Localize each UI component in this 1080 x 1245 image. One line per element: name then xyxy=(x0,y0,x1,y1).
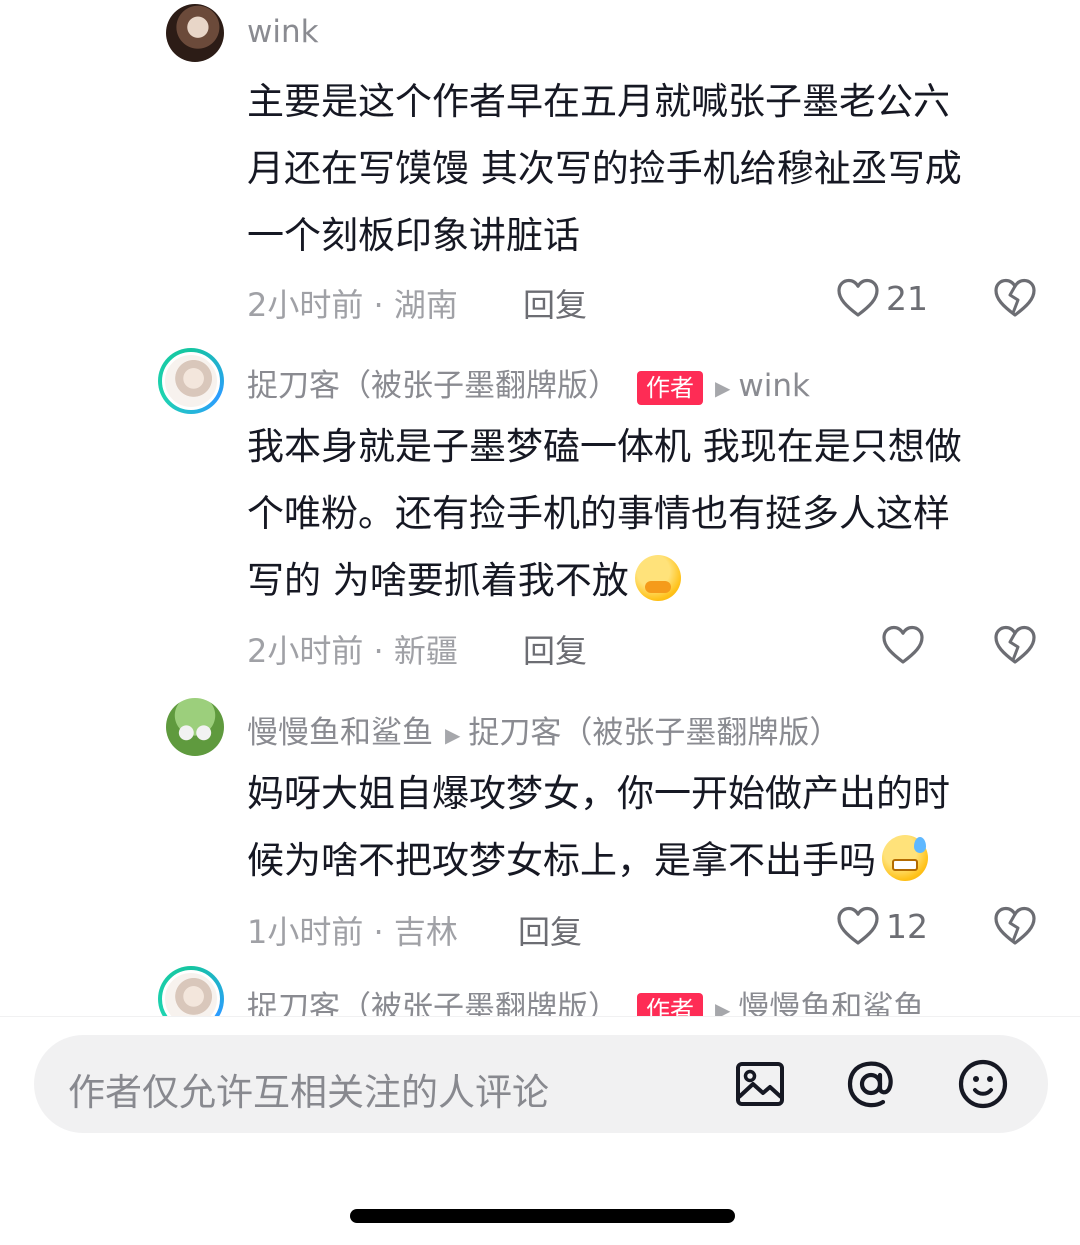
reply-to-username[interactable]: 捉刀客（被张子墨翻牌版） xyxy=(468,715,840,751)
comment-text-line: 写的 为啥要抓着我不放 xyxy=(247,559,629,602)
like-count: 12 xyxy=(886,906,928,946)
author-badge: 作者 xyxy=(637,992,703,1016)
comment-text-line: 主要是这个作者早在五月就喊张子墨老公六 xyxy=(247,80,950,123)
input-placeholder: 作者仅允许互相关注的人评论 xyxy=(68,1071,549,1114)
comment-text-line: 我本身就是子墨梦磕一体机 我现在是只想做 xyxy=(247,425,962,468)
like-button[interactable] xyxy=(881,624,925,666)
avatar[interactable] xyxy=(158,966,224,1016)
comment-text-line: 月还在写馍馒 其次写的捡手机给穆祉丞写成 xyxy=(247,147,962,190)
image-icon[interactable] xyxy=(733,1057,787,1111)
comment-text-line: 个唯粉。还有捡手机的事情也有挺多人这样 xyxy=(247,492,950,535)
reply-button[interactable]: 回复 xyxy=(518,907,582,953)
avatar[interactable] xyxy=(158,348,224,414)
comment-time-location: 1小时前 · 吉林 xyxy=(247,913,458,951)
comment-input-area: 作者仅允许互相关注的人评论 xyxy=(0,1016,1080,1245)
broken-heart-icon[interactable] xyxy=(993,905,1037,947)
comment-text-line: 候为啥不把攻梦女标上，是拿不出手吗 xyxy=(247,839,876,882)
comment-time-location: 2小时前 · 新疆 xyxy=(247,632,458,670)
broken-heart-icon[interactable] xyxy=(993,624,1037,666)
reply-to-username[interactable]: wink xyxy=(738,368,810,404)
like-button[interactable]: 21 xyxy=(836,277,928,319)
username-text[interactable]: 捉刀客（被张子墨翻牌版） xyxy=(247,990,619,1016)
comment-username[interactable]: 捉刀客（被张子墨翻牌版） 作者 ▶ wink xyxy=(247,360,810,405)
face-holding-back-tears-icon xyxy=(634,555,681,601)
comment-text-line: 一个刻板印象讲脏话 xyxy=(247,214,580,257)
reply-button[interactable]: 回复 xyxy=(523,626,587,672)
comment-time-location: 2小时前 · 湖南 xyxy=(247,286,458,324)
reply-button[interactable]: 回复 xyxy=(523,280,587,326)
like-count: 21 xyxy=(886,278,928,318)
reply-arrow-icon: ▶ xyxy=(715,997,731,1017)
comment-username[interactable]: 捉刀客（被张子墨翻牌版） 作者 ▶ 慢慢鱼和鲨鱼 xyxy=(247,982,924,1016)
reply-arrow-icon: ▶ xyxy=(715,375,731,400)
comment-text: 妈呀大姐自爆攻梦女，你一开始做产出的时 候为啥不把攻梦女标上，是拿不出手吗 xyxy=(247,760,1047,894)
reply-arrow-icon: ▶ xyxy=(445,722,461,747)
username-text[interactable]: wink xyxy=(247,14,319,50)
comment-text: 我本身就是子墨梦磕一体机 我现在是只想做 个唯粉。还有捡手机的事情也有挺多人这样… xyxy=(247,413,1047,614)
author-badge: 作者 xyxy=(637,370,703,405)
broken-heart-icon[interactable] xyxy=(993,277,1037,319)
like-button[interactable]: 12 xyxy=(836,905,928,947)
reply-to-username[interactable]: 慢慢鱼和鲨鱼 xyxy=(738,990,924,1016)
avatar[interactable] xyxy=(166,698,224,756)
comment-text: 主要是这个作者早在五月就喊张子墨老公六 月还在写馍馒 其次写的捡手机给穆祉丞写成… xyxy=(247,68,1047,269)
grinning-face-with-sweat-icon xyxy=(882,835,928,881)
smiley-icon[interactable] xyxy=(956,1057,1010,1111)
home-indicator[interactable] xyxy=(350,1209,735,1223)
comment-list: wink 主要是这个作者早在五月就喊张子墨老公六 月还在写馍馒 其次写的捡手机给… xyxy=(0,0,1080,1016)
comment-username[interactable]: 慢慢鱼和鲨鱼 ▶ 捉刀客（被张子墨翻牌版） xyxy=(247,707,840,752)
at-sign-icon[interactable] xyxy=(844,1057,898,1111)
comment-username[interactable]: wink xyxy=(247,14,319,50)
username-text[interactable]: 捉刀客（被张子墨翻牌版） xyxy=(247,368,619,404)
heart-outline-icon xyxy=(882,625,924,664)
avatar[interactable] xyxy=(166,4,224,62)
heart-outline-icon xyxy=(837,906,879,945)
username-text[interactable]: 慢慢鱼和鲨鱼 xyxy=(247,715,433,751)
heart-outline-icon xyxy=(837,278,879,317)
comment-input[interactable]: 作者仅允许互相关注的人评论 xyxy=(34,1035,1048,1133)
comment-text-line: 妈呀大姐自爆攻梦女，你一开始做产出的时 xyxy=(247,772,950,815)
